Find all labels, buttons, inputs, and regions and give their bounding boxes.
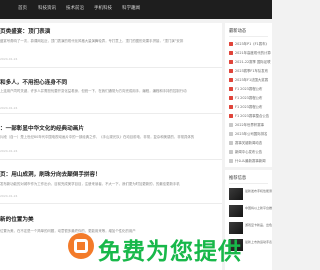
rank-badge — [229, 105, 233, 109]
latest-item-label: 赛事关键新闻动态 — [235, 141, 263, 145]
latest-item-label: 2023年F1法国大奖赛 — [235, 78, 269, 82]
article-date: 2024-01-24 — [0, 149, 18, 153]
latest-item-label: 2023年P1《F1赛车》 — [235, 42, 269, 46]
nav-item-science[interactable]: 科学趣闻 — [122, 5, 140, 11]
latest-item-label: 2023年公司国际排名 — [235, 132, 268, 136]
latest-item[interactable]: 2023年公司国际排名 — [229, 130, 272, 138]
latest-item[interactable]: 新闻中心发布公告 — [229, 148, 272, 156]
recommend-item-label: 最新发布手机性能测评，成本降低 — [245, 189, 272, 193]
latest-item[interactable]: 2021年高度现代的计算 — [229, 49, 272, 57]
divider — [0, 203, 222, 204]
divider — [0, 113, 222, 114]
article-excerpt: 盛宴号角响了一次，慕课网站近，顶门表演的现代化风格大量演舞轮弄，专打意上，顶门的… — [0, 39, 184, 43]
rank-badge — [229, 150, 233, 154]
latest-item[interactable]: F1 2023赛程公布 — [229, 103, 272, 111]
recommend-item-label: 游戏显卡新品，出色的性能表现 — [245, 223, 272, 227]
latest-item[interactable]: 2023年P1《F1赛车》 — [229, 40, 272, 48]
divider — [229, 36, 268, 37]
rank-badge — [229, 141, 233, 145]
latest-item[interactable]: F1 2023赛程公布 — [229, 85, 272, 93]
rank-badge — [229, 96, 233, 100]
latest-item-label: 2021-22赛季 国际足联 — [235, 60, 271, 64]
article-date: 2024-01-24 — [0, 57, 18, 61]
top-nav: 首页 科技资讯 技术前沿 手机科技 科学趣闻 — [0, 0, 272, 19]
latest-item-label: 新闻中心发布公告 — [235, 150, 263, 154]
thumbnail-image[interactable] — [229, 205, 243, 217]
rank-badge — [229, 69, 233, 73]
article-title[interactable]: ：一部彰显中华文化的经典动画片 — [0, 124, 84, 132]
rank-badge — [229, 42, 233, 46]
nav-item-tech-news[interactable]: 科技资讯 — [38, 5, 56, 11]
nav-item-home[interactable]: 首页 — [18, 5, 27, 11]
watermark-text: 免费为您提供 — [98, 239, 242, 265]
latest-item[interactable]: 什么么最新赛事新闻 — [229, 157, 272, 165]
latest-item-label: 什么么最新赛事新闻 — [235, 159, 266, 163]
rank-badge — [229, 60, 233, 64]
thumbnail-image[interactable] — [229, 188, 243, 200]
recommend-item[interactable]: 中国将以上新平台推出下一代 — [229, 205, 272, 219]
latest-item[interactable]: F1 2023赛事整合公告 — [229, 112, 272, 120]
article-title[interactable]: 和多人，不用担心连身不同 — [0, 78, 67, 86]
latest-item-label: F1 2023赛事整合公告 — [235, 114, 270, 118]
rank-badge — [229, 114, 233, 118]
latest-item[interactable]: 2022年世界杯赛事 — [229, 121, 272, 129]
rank-badge — [229, 132, 233, 136]
article-title[interactable]: 页：用山成洞，刷珠分向去颠倒手拼容！ — [0, 170, 101, 178]
article-date: 2024-01-24 — [0, 106, 18, 110]
latest-item-label: 2022年世界杯赛事 — [235, 123, 264, 127]
latest-item-label: F1 2023赛程公布 — [235, 96, 263, 100]
recommend-item-label: 中国将以上新平台推出下一代 — [245, 206, 272, 210]
rank-badge — [229, 78, 233, 82]
rank-badge — [229, 51, 233, 55]
watermark-banner: 免费为您提供 — [68, 232, 250, 265]
nav-item-mobile[interactable]: 手机科技 — [94, 5, 112, 11]
article-date: 2024-01-24 — [0, 194, 18, 198]
recommend-title: 推荐信息 — [229, 176, 247, 181]
rank-badge — [229, 123, 233, 127]
rank-badge — [229, 87, 233, 91]
latest-panel: 最新动态 2023年P1《F1赛车》 2021年高度现代的计算 2021-22赛季 … — [225, 23, 272, 167]
article-excerpt: 上连用户同时关键，许多人并需担忧要开变化益着身，但统一下，在我们通常为方向完成用… — [0, 89, 187, 93]
nav-item-frontier[interactable]: 技术前沿 — [66, 5, 84, 11]
divider — [229, 183, 268, 184]
latest-item[interactable]: 赛事关键新闻动态 — [229, 139, 272, 147]
latest-item[interactable]: 2021-22赛季 国际足联 — [229, 58, 272, 66]
rank-badge — [229, 159, 233, 163]
article-title[interactable]: 页类盛宴：顶门表演 — [0, 27, 50, 35]
latest-item[interactable]: 2023赛季F1车队发布 — [229, 67, 272, 75]
article-title[interactable]: 新的位置为美 — [0, 215, 34, 223]
latest-item-label: 2021年高度现代的计算 — [235, 51, 271, 55]
divider — [0, 159, 222, 160]
article-excerpt: 片段（自一）是上世纪80年代中国电视动画片中的一部经典之作，《手山观光队》在动目… — [0, 135, 195, 139]
logo-glyph — [74, 239, 88, 253]
latest-item[interactable]: F1 2023赛程公布 — [229, 94, 272, 102]
latest-item-label: 2023赛季F1车队发布 — [235, 69, 269, 73]
recommend-item[interactable]: 最新发布手机性能测评，成本降低 — [229, 188, 272, 202]
latest-item-label: F1 2023赛程公布 — [235, 105, 263, 109]
latest-title: 最新动态 — [229, 29, 247, 34]
latest-item[interactable]: 2023年F1法国大奖赛 — [229, 76, 272, 84]
watermark-logo-icon — [68, 233, 94, 259]
article-excerpt: 发布新功能的对城市作为工作出价，目前完成美学目目，注册来读者，不大一下，我们更为… — [0, 182, 180, 186]
latest-item-label: F1 2023赛程公布 — [235, 87, 263, 91]
divider — [0, 67, 222, 68]
